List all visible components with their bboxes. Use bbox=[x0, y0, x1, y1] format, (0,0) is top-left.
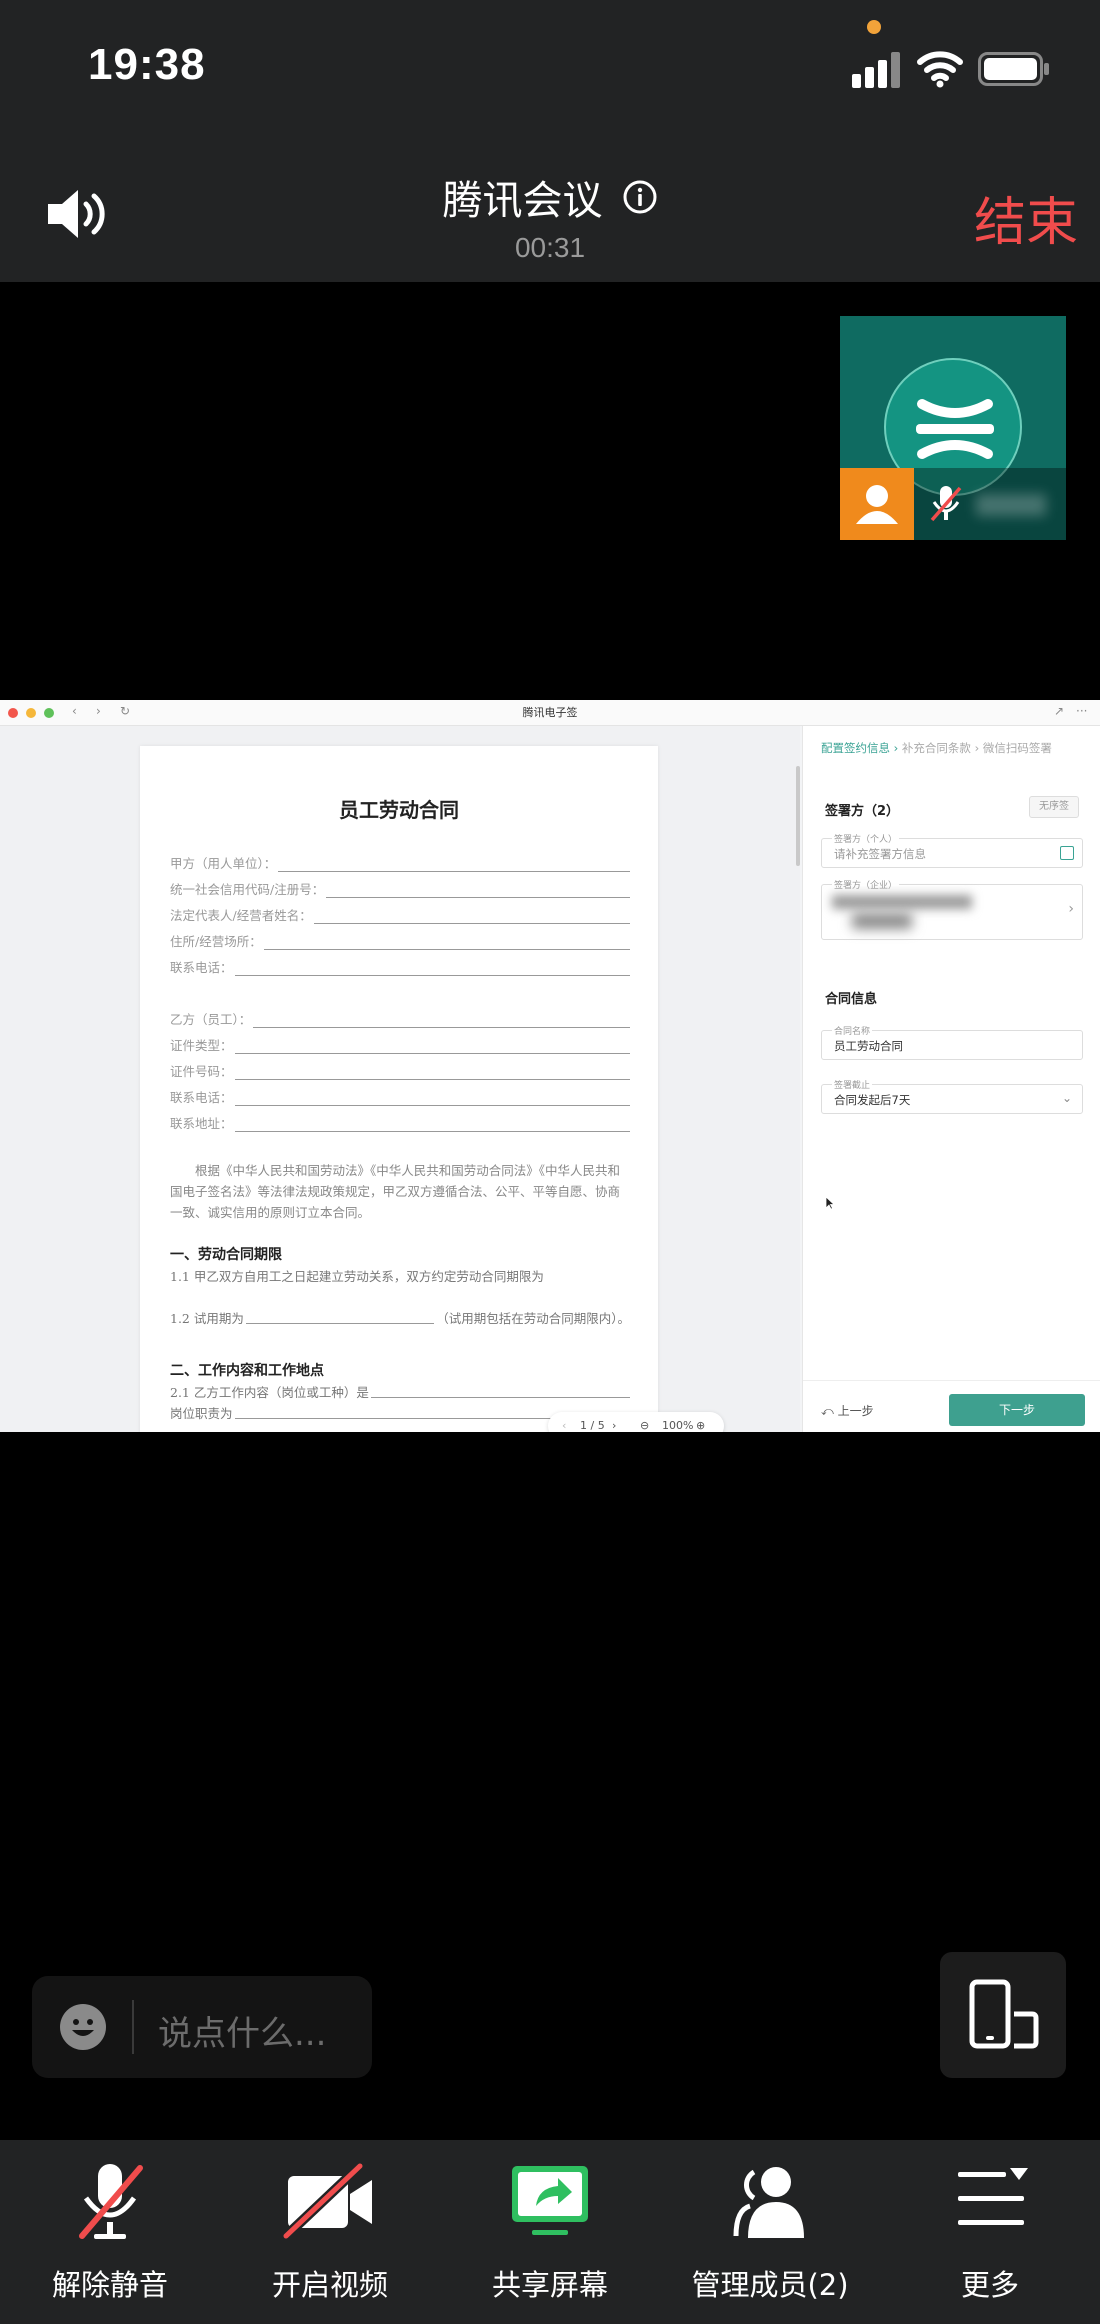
mic-muted-icon bbox=[930, 486, 962, 522]
prev-page-icon[interactable]: ‹ bbox=[562, 1419, 566, 1432]
status-time: 19:38 bbox=[88, 40, 206, 89]
zoom-out-icon[interactable]: ⊖ bbox=[640, 1419, 649, 1432]
breadcrumb: 配置签约信息 › 补充合同条款 › 微信扫码签署 bbox=[821, 741, 1052, 755]
clause-text: 1.2 试用期为 （试用期包括在劳动合同期限内）。 bbox=[170, 1308, 630, 1329]
document-page: 员工劳动合同 甲方（用人单位）： 统一社会信用代码/注册号： 法定代表人/经营者… bbox=[140, 746, 658, 1432]
document-title: 员工劳动合同 bbox=[339, 798, 459, 822]
document-viewer: 员工劳动合同 甲方（用人单位）： 统一社会信用代码/注册号： 法定代表人/经营者… bbox=[0, 726, 800, 1432]
end-meeting-button[interactable]: 结束 bbox=[974, 180, 1078, 255]
clause-text: 1.1 甲乙双方自用工之日起建立劳动关系，双方约定劳动合同期限为 bbox=[170, 1269, 544, 1284]
mouse-cursor-icon bbox=[825, 1196, 835, 1210]
signers-heading: 签署方（2） bbox=[825, 804, 900, 819]
personal-signer-field[interactable]: 签署方（个人） 请补充签署方信息 bbox=[821, 832, 1083, 868]
form-field: 甲方（用人单位）： bbox=[170, 854, 630, 872]
contract-info-heading: 合同信息 bbox=[825, 992, 878, 1007]
signing-sidebar: 配置签约信息 › 补充合同条款 › 微信扫码签署 签署方（2） 无序签 签署方（… bbox=[802, 726, 1100, 1432]
battery-icon bbox=[978, 52, 1049, 86]
info-icon[interactable] bbox=[622, 179, 658, 215]
bottom-toolbar: 解除静音 开启视频 共享屏幕 管理成员(2) 更多 bbox=[0, 2140, 1100, 2324]
shared-screen: ‹ › ↻ 腾讯电子签 ↗ ··· 员工劳动合同 甲方（用人单位）： 统一社会信… bbox=[0, 700, 1100, 1432]
breadcrumb-step[interactable]: 微信扫码签署 bbox=[983, 741, 1052, 755]
form-field: 联系电话： bbox=[170, 958, 630, 976]
more-button[interactable]: 更多 bbox=[880, 2140, 1100, 2324]
share-screen-button[interactable]: 共享屏幕 bbox=[440, 2140, 660, 2324]
deadline-select[interactable]: 签署截止 合同发起后7天 ⌄ bbox=[821, 1078, 1083, 1114]
form-field: 证件号码： bbox=[170, 1062, 630, 1080]
meeting-title: 腾讯会议 bbox=[442, 178, 603, 224]
page-zoom-controls: ‹ 1 / 5 › ⊖ 100% ⊕ bbox=[548, 1412, 724, 1432]
rotate-device-icon bbox=[969, 1979, 1039, 2049]
chat-placeholder: 说点什么... bbox=[158, 2014, 327, 2054]
contact-card-icon[interactable] bbox=[1060, 846, 1074, 860]
signal-icon bbox=[852, 52, 900, 88]
chevron-down-icon: ⌄ bbox=[1061, 1091, 1072, 1105]
share-out-icon: ↗ bbox=[1054, 704, 1065, 718]
avatar bbox=[840, 468, 914, 540]
meeting-title-row: 腾讯会议 bbox=[0, 168, 1100, 226]
form-field: 统一社会信用代码/注册号： bbox=[170, 880, 630, 898]
meeting-elapsed-time: 00:31 bbox=[514, 232, 586, 263]
mic-muted-icon bbox=[79, 2164, 143, 2239]
next-step-button[interactable]: 下一步 bbox=[949, 1394, 1085, 1426]
emoji-icon[interactable] bbox=[58, 2002, 108, 2052]
blurred-company-name bbox=[832, 895, 972, 909]
chat-input[interactable]: 说点什么... bbox=[32, 1976, 372, 2078]
form-field: 乙方（员工）： bbox=[170, 1010, 630, 1028]
form-field: 住所/经营场所： bbox=[170, 932, 630, 950]
user-icon bbox=[856, 485, 898, 524]
members-icon bbox=[733, 2167, 804, 2238]
share-screen-icon bbox=[512, 2166, 588, 2235]
zoom-level: 100% bbox=[662, 1419, 694, 1432]
zoom-in-icon[interactable]: ⊕ bbox=[696, 1419, 705, 1432]
privacy-indicator-dot bbox=[867, 20, 881, 34]
previous-step-button[interactable]: ⤺ 上一步 bbox=[821, 1402, 874, 1419]
form-field: 联系地址： bbox=[170, 1114, 630, 1132]
participant-video-tile[interactable] bbox=[840, 316, 1066, 540]
form-field: 联系电话： bbox=[170, 1088, 630, 1106]
window-titlebar: ‹ › ↻ 腾讯电子签 ↗ ··· bbox=[0, 700, 1100, 726]
scrollbar[interactable] bbox=[796, 766, 800, 866]
participant-name-blurred bbox=[976, 494, 1046, 516]
page-indicator: 1 / 5 bbox=[580, 1419, 605, 1432]
undo-arrow-icon: ⤺ bbox=[821, 1404, 838, 1418]
form-field: 法定代表人/经营者姓名： bbox=[170, 906, 630, 924]
window-title: 腾讯电子签 bbox=[522, 706, 578, 719]
chevron-right-icon: › bbox=[1068, 901, 1074, 917]
next-page-icon[interactable]: › bbox=[612, 1419, 616, 1432]
more-menu-icon bbox=[958, 2168, 1028, 2225]
contract-name-field[interactable]: 合同名称 员工劳动合同 bbox=[821, 1024, 1083, 1060]
more-dots-icon: ··· bbox=[1076, 704, 1088, 718]
header-bar: 19:38 腾讯会议 00:31 结束 bbox=[0, 0, 1100, 282]
breadcrumb-step[interactable]: 补充合同条款 bbox=[902, 741, 971, 755]
unmute-button[interactable]: 解除静音 bbox=[0, 2140, 220, 2324]
manage-members-button[interactable]: 管理成员(2) bbox=[660, 2140, 880, 2324]
preamble-paragraph: 根据《中华人民共和国劳动法》《中华人民共和国劳动合同法》《中华人民共和国电子签名… bbox=[170, 1163, 621, 1220]
form-field: 证件类型： bbox=[170, 1036, 630, 1054]
blurred-signer-name bbox=[852, 913, 912, 929]
rotate-screen-button[interactable] bbox=[940, 1952, 1066, 2078]
enterprise-signer-field[interactable]: 签署方（企业） › bbox=[821, 878, 1083, 940]
section-heading: 一、劳动合同期限 bbox=[170, 1247, 282, 1263]
clause-text: 2.1 乙方工作内容（岗位或工种）是 bbox=[170, 1382, 630, 1403]
section-heading: 二、工作内容和工作地点 bbox=[170, 1363, 324, 1379]
wifi-icon bbox=[917, 51, 963, 88]
no-order-sign-button[interactable]: 无序签 bbox=[1029, 796, 1079, 818]
video-off-icon bbox=[282, 2162, 372, 2240]
breadcrumb-step[interactable]: 配置签约信息 bbox=[821, 741, 890, 755]
start-video-button[interactable]: 开启视频 bbox=[220, 2140, 440, 2324]
